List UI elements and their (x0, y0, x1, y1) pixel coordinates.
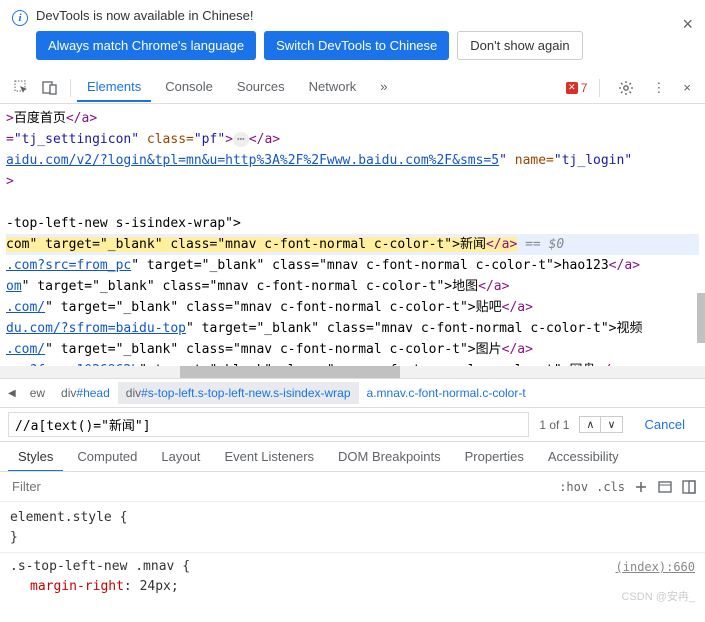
search-prev-button[interactable]: ∧ (579, 416, 601, 433)
computed-sidebar-icon[interactable] (657, 479, 673, 495)
tab-network[interactable]: Network (299, 73, 367, 102)
rule-source-link[interactable]: (index):660 (616, 557, 695, 577)
language-banner: i DevTools is now available in Chinese! … (0, 0, 705, 72)
panel-tabs: Elements Console Sources Network » (77, 73, 398, 102)
main-toolbar: Elements Console Sources Network » ✕7 ⋮ … (0, 72, 705, 104)
styles-tabs: Styles Computed Layout Event Listeners D… (0, 442, 705, 472)
inspect-icon[interactable] (8, 74, 36, 102)
dom-breadcrumb: ◀ ew div#head div#s-top-left.s-top-left-… (0, 378, 705, 408)
crumb-item[interactable]: div#s-top-left.s-top-left-new.s-isindex-… (118, 382, 359, 404)
tab-sources[interactable]: Sources (227, 73, 295, 102)
tab-event-listeners[interactable]: Event Listeners (214, 443, 324, 470)
tab-layout[interactable]: Layout (151, 443, 210, 470)
styles-filter-input[interactable] (8, 475, 551, 498)
tab-computed[interactable]: Computed (67, 443, 147, 470)
search-input[interactable] (8, 412, 529, 437)
new-style-rule-icon[interactable] (633, 479, 649, 495)
hov-toggle[interactable]: :hov (559, 480, 588, 494)
styles-rules[interactable]: element.style { } (index):660.s-top-left… (0, 502, 705, 603)
more-icon[interactable]: ⋮ (646, 74, 671, 102)
crumb-item[interactable]: div#head (53, 382, 118, 404)
settings-icon[interactable] (612, 74, 640, 102)
search-cancel-button[interactable]: Cancel (633, 417, 697, 432)
tab-dom-breakpoints[interactable]: DOM Breakpoints (328, 443, 451, 470)
vertical-scrollbar[interactable] (697, 138, 705, 378)
search-next-button[interactable]: ∨ (601, 416, 622, 433)
tab-properties[interactable]: Properties (455, 443, 534, 470)
dont-show-button[interactable]: Don't show again (457, 31, 582, 60)
always-match-button[interactable]: Always match Chrome's language (36, 31, 256, 60)
tab-elements[interactable]: Elements (77, 73, 151, 102)
tab-styles[interactable]: Styles (8, 443, 63, 472)
device-toggle-icon[interactable] (36, 74, 64, 102)
banner-message: DevTools is now available in Chinese! (36, 8, 693, 23)
watermark: CSDN @安冉_ (621, 588, 695, 604)
tab-console[interactable]: Console (155, 73, 223, 102)
dom-search-bar: 1 of 1 ∧ ∨ Cancel (0, 408, 705, 442)
info-icon: i (12, 10, 28, 26)
search-result-count: 1 of 1 (539, 418, 569, 432)
dom-tree[interactable]: >百度首页</a> ="tj_settingicon" class="pf">⋯… (0, 104, 705, 378)
crumb-item[interactable]: a.mnav.c-font-normal.c-color-t (359, 382, 534, 404)
rendering-icon[interactable] (681, 479, 697, 495)
tab-accessibility[interactable]: Accessibility (538, 443, 629, 470)
horizontal-scrollbar[interactable] (0, 366, 705, 378)
switch-language-button[interactable]: Switch DevTools to Chinese (264, 31, 449, 60)
crumb-left-icon[interactable]: ◀ (6, 386, 18, 401)
error-count[interactable]: ✕7 (566, 81, 588, 95)
more-tabs-icon[interactable]: » (370, 73, 397, 102)
styles-toolbar: :hov .cls (0, 472, 705, 502)
close-devtools-icon[interactable]: × (677, 74, 697, 101)
cls-toggle[interactable]: .cls (596, 480, 625, 494)
crumb-item[interactable]: ew (22, 382, 53, 404)
close-banner-icon[interactable]: × (682, 14, 693, 35)
